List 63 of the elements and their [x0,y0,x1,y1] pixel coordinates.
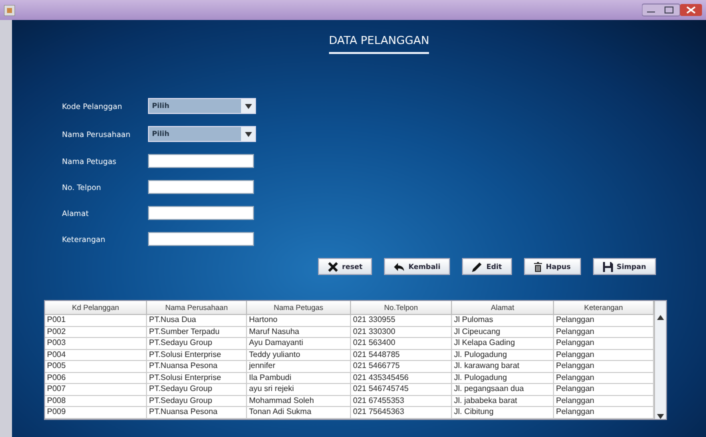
table-cell: P003 [45,338,147,350]
back-arrow-icon [394,262,404,270]
table-cell: Ila Pambudi [247,372,351,384]
table-cell: PT.Sumber Terpadu [147,326,247,338]
scroll-up-icon[interactable] [657,315,664,320]
table-cell: Tonan Adi Sukma [247,407,351,418]
table-cell: Jl. pegangsaan dua [452,384,554,396]
table-cell: Jl. jababeka barat [452,396,554,407]
table-cell: Jl Cipeucang [452,326,554,338]
pencil-icon [472,262,482,272]
table-cell: 021 435345456 [351,372,452,384]
page-title: DATA PELANGGAN [328,34,430,54]
table-cell: PT.Sedayu Group [147,396,247,407]
app-icon [4,4,15,16]
table-cell: P002 [45,326,147,338]
close-icon [328,262,338,272]
table-cell: Teddy yulianto [247,350,351,361]
table-cell: PT.Nuansa Pesona [147,361,247,372]
table-cell: Jl. karawang barat [452,361,554,372]
dropdown-arrow-icon[interactable] [244,104,252,108]
scrollbar[interactable] [654,301,666,418]
table-cell: Jl. Cibitung [452,407,554,418]
table-cell: Hartono [247,315,351,326]
window-controls-icon[interactable] [642,3,702,17]
table-cell: Mohammad Soleh [247,396,351,407]
scroll-down-icon[interactable] [657,414,664,418]
table-cell: ayu sri rejeki [247,384,351,396]
dropdown-arrow-icon[interactable] [244,132,252,136]
table-cell: PT.Sedayu Group [147,384,247,396]
table-cell: P008 [45,396,147,407]
table-cell: 021 75645363 [351,407,452,418]
trash-icon [534,262,542,272]
table-cell: P005 [45,361,147,372]
table-cell: 021 67455353 [351,396,452,407]
table-cell: Jl Kelapa Gading [452,338,554,350]
table-cell: Ayu Damayanti [247,338,351,350]
table-cell: P009 [45,407,147,418]
input-field[interactable] [148,154,254,168]
table-cell: P004 [45,350,147,361]
table-cell: PT.Sedayu Group [147,338,247,350]
table-cell: PT.Nusa Dua [147,315,247,326]
table-cell: Jl. Pulogadung [452,350,554,361]
table-cell: PT.Nuansa Pesona [147,407,247,418]
input-field[interactable] [148,232,254,246]
table-cell: 021 5466775 [351,361,452,372]
table-cell: 021 330955 [351,315,452,326]
table-cell: PT.Solusi Enterprise [147,350,247,361]
input-field[interactable] [148,180,254,194]
table-cell: P001 [45,315,147,326]
save-icon [602,262,613,272]
table-cell: jennifer [247,361,351,372]
table-cell: P007 [45,384,147,396]
table-cell: Pelanggan [554,407,654,418]
table-cell: 021 330300 [351,326,452,338]
table-cell: 021 563400 [351,338,452,350]
table-cell: Jl. Pulogadung [452,372,554,384]
table-cell: Jl Pulomas [452,315,554,326]
table-cell: 021 546745745 [351,384,452,396]
table-cell: P006 [45,372,147,384]
table-cell: 021 5448785 [351,350,452,361]
table-cell: PT.Solusi Enterprise [147,372,247,384]
input-field[interactable] [148,206,254,220]
table-cell: Maruf Nasuha [247,326,351,338]
